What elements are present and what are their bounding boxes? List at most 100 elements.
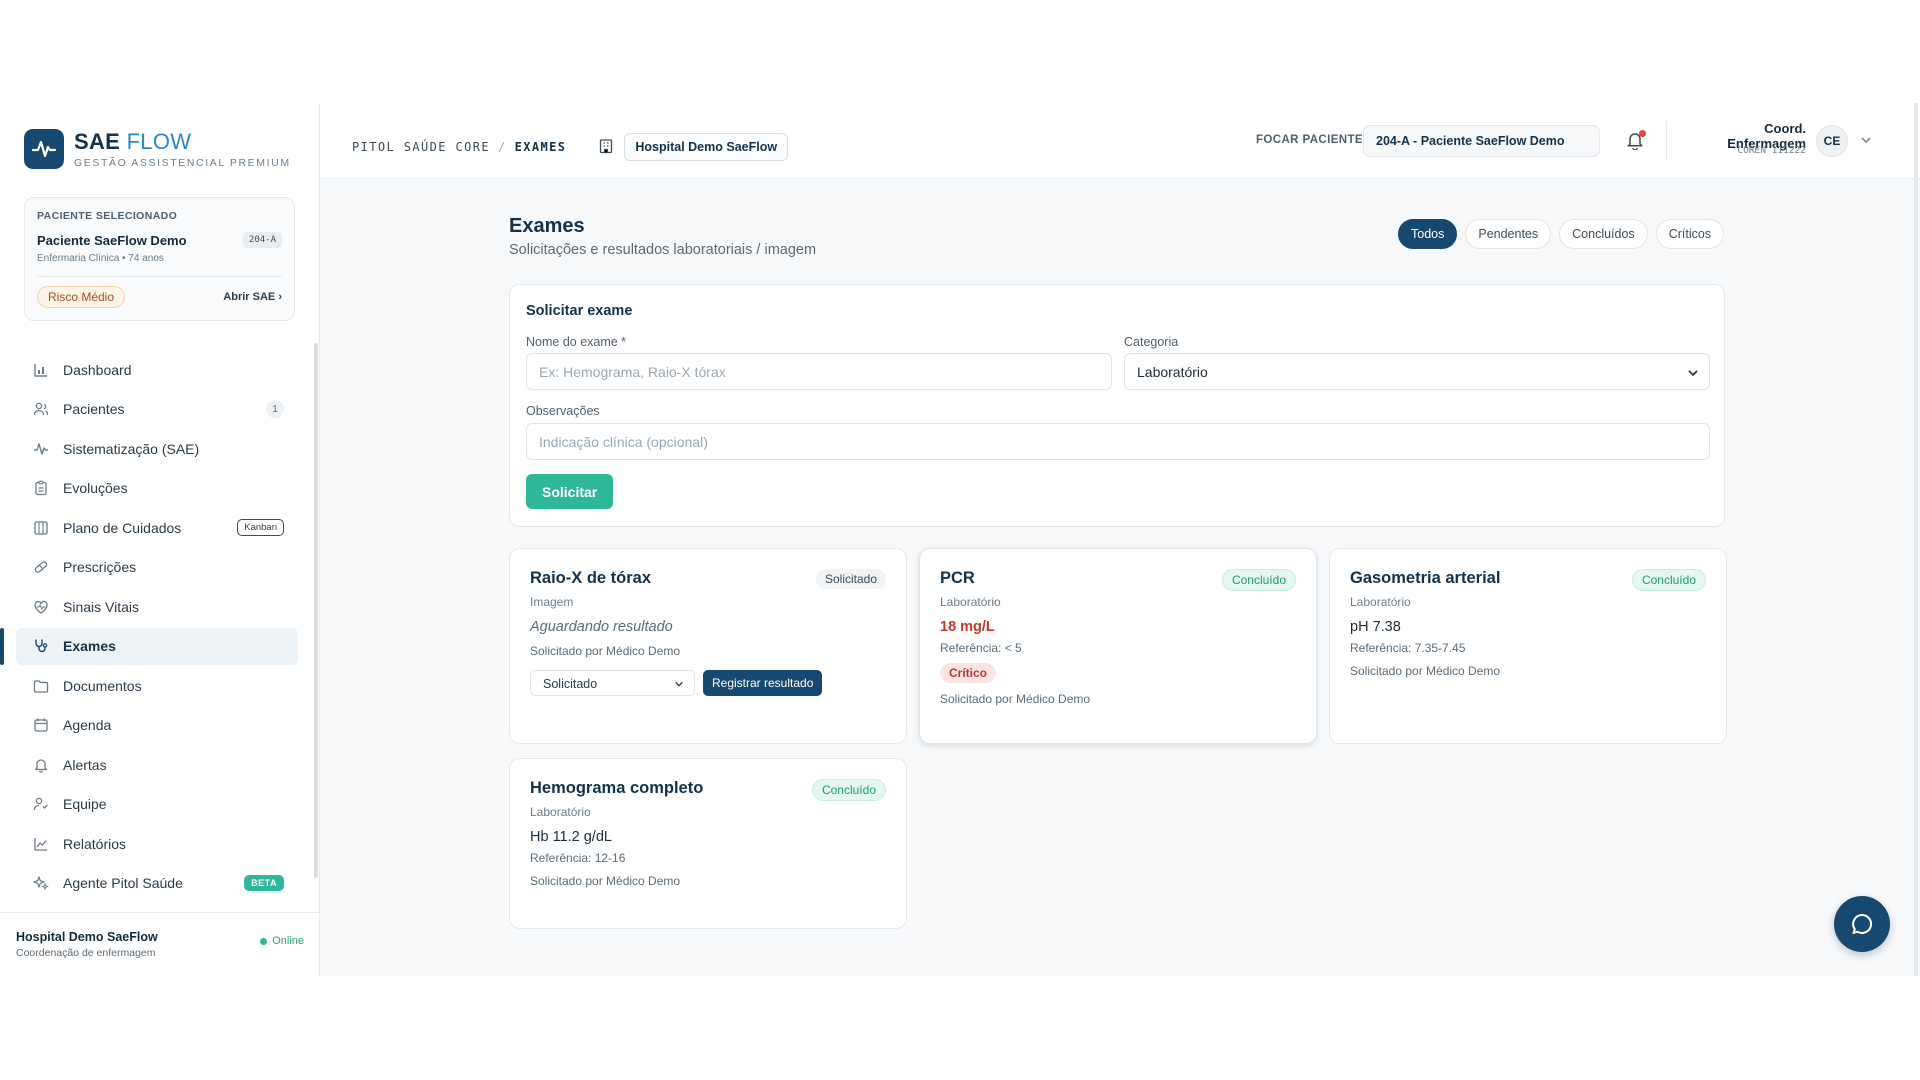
- pill-icon: [32, 558, 50, 576]
- exam-reference: Referência: < 5: [940, 641, 1022, 655]
- exam-card: Hemograma completo Concluído Laboratório…: [509, 758, 907, 929]
- online-status: Online: [260, 935, 304, 947]
- sidebar-scrollbar[interactable]: [314, 343, 318, 878]
- submit-exam-button[interactable]: Solicitar: [526, 474, 614, 509]
- sidebar-footer: Hospital Demo SaeFlow Coordenação de enf…: [0, 912, 320, 976]
- open-sae-link[interactable]: Abrir SAE ›: [223, 291, 282, 303]
- patient-card-label: PACIENTE SELECIONADO: [37, 210, 178, 222]
- exam-category: Laboratório: [530, 805, 591, 819]
- sidebar-item-agente-pitol[interactable]: Agente Pitol Saúde BETA: [16, 865, 298, 902]
- filter-concluidos[interactable]: Concluídos: [1559, 219, 1648, 249]
- hospital-role: Coordenação de enfermagem: [16, 947, 156, 959]
- building-icon: [598, 138, 614, 157]
- sparkles-icon: [32, 874, 50, 892]
- heart-pulse-icon: [32, 598, 50, 616]
- exam-category: Imagem: [530, 595, 574, 609]
- filter-pendentes[interactable]: Pendentes: [1465, 219, 1552, 249]
- brand-tagline: GESTÃO ASSISTENCIAL PREMIUM: [74, 157, 291, 169]
- notifications-button[interactable]: [1625, 130, 1647, 152]
- bar-chart-icon: [32, 361, 50, 379]
- hospital-selector[interactable]: Hospital Demo SaeFlow: [624, 133, 789, 161]
- notes-input[interactable]: Indicação clínica (opcional): [526, 423, 1710, 460]
- request-exam-form: Solicitar exame Nome do exame * Ex: Hemo…: [509, 284, 1725, 527]
- exam-requested-by: Solicitado por Médico Demo: [530, 874, 681, 888]
- exam-card: Gasometria arterial Concluído Laboratóri…: [1329, 548, 1727, 744]
- chevron-down-icon[interactable]: [1860, 133, 1872, 151]
- sidebar-item-relatorios[interactable]: Relatórios: [16, 825, 298, 862]
- board-icon: [32, 519, 50, 537]
- patient-bed-badge: 204-A: [242, 232, 282, 248]
- avatar[interactable]: CE: [1816, 125, 1848, 157]
- line-chart-icon: [32, 835, 50, 853]
- sidebar-item-alertas[interactable]: Alertas: [16, 746, 298, 783]
- exam-name-label: Nome do exame *: [526, 335, 627, 349]
- sidebar-item-equipe[interactable]: Equipe: [16, 786, 298, 823]
- category-select[interactable]: Laboratório: [1124, 353, 1710, 390]
- breadcrumb: PITOL SAÚDE CORE / EXAMES Hospital Demo …: [352, 133, 789, 161]
- filter-todos[interactable]: Todos: [1398, 219, 1458, 249]
- status-badge: Concluído: [1221, 569, 1296, 591]
- exam-card: Raio-X de tórax Solicitado Imagem Aguard…: [509, 548, 907, 744]
- top-header: PITOL SAÚDE CORE / EXAMES Hospital Demo …: [320, 103, 1920, 179]
- selected-patient-card: PACIENTE SELECIONADO Paciente SaeFlow De…: [24, 197, 295, 321]
- filter-criticos[interactable]: Críticos: [1655, 219, 1725, 249]
- status-badge: Concluído: [811, 779, 886, 801]
- exam-requested-by: Solicitado por Médico Demo: [1350, 664, 1501, 678]
- sidebar-item-sae[interactable]: Sistematização (SAE): [16, 430, 298, 467]
- category-label: Categoria: [1124, 335, 1179, 349]
- status-filters: Todos Pendentes Concluídos Críticos: [1390, 219, 1725, 249]
- team-icon: [32, 795, 50, 813]
- register-result-button[interactable]: Registrar resultado: [703, 670, 823, 696]
- risk-badge: Risco Médio: [37, 286, 126, 308]
- page-scrollbar[interactable]: [1914, 103, 1918, 976]
- users-icon: [32, 400, 50, 418]
- kanban-tag: Kanban: [237, 519, 284, 536]
- breadcrumb-root[interactable]: PITOL SAÚDE CORE: [352, 140, 490, 154]
- critical-badge: Crítico: [940, 663, 997, 683]
- sidebar-item-evolucoes[interactable]: Evoluções: [16, 470, 298, 507]
- header-divider: [1666, 121, 1667, 161]
- brand-name: SAE FLOW: [74, 129, 192, 154]
- exam-name-input[interactable]: Ex: Hemograma, Raio-X tórax: [526, 353, 1112, 390]
- chevron-down-icon: [674, 678, 684, 692]
- sidebar-item-documentos[interactable]: Documentos: [16, 667, 298, 704]
- sidebar-item-plano-de-cuidados[interactable]: Plano de Cuidados Kanban: [16, 509, 298, 546]
- exam-card: PCR Concluído Laboratório 18 mg/L Referê…: [919, 548, 1317, 744]
- status-dot-icon: [260, 937, 268, 945]
- exam-category: Laboratório: [940, 595, 1001, 609]
- bell-icon: [32, 756, 50, 774]
- brand[interactable]: SAE FLOW GESTÃO ASSISTENCIAL PREMIUM: [24, 129, 291, 169]
- beta-badge: BETA: [244, 875, 284, 891]
- patients-count-badge: 1: [266, 400, 284, 418]
- stethoscope-icon: [32, 637, 50, 655]
- exam-status-select[interactable]: Solicitado: [530, 670, 695, 696]
- sidebar-item-prescricoes[interactable]: Prescrições: [16, 549, 298, 586]
- page-subtitle: Solicitações e resultados laboratoriais …: [509, 242, 817, 258]
- exam-category: Laboratório: [1350, 595, 1411, 609]
- patient-name: Paciente SaeFlow Demo: [37, 232, 187, 248]
- breadcrumb-separator: /: [498, 140, 507, 154]
- calendar-icon: [32, 716, 50, 734]
- sidebar-item-agenda[interactable]: Agenda: [16, 707, 298, 744]
- clipboard-icon: [32, 479, 50, 497]
- exam-result: Hb 11.2 g/dL: [530, 829, 612, 845]
- focus-patient-select[interactable]: 204-A - Paciente SaeFlow Demo: [1363, 125, 1600, 157]
- sidebar-item-sinais-vitais[interactable]: Sinais Vitais: [16, 588, 298, 625]
- user-coren: COREN 111222: [1737, 145, 1806, 156]
- patient-meta: Enfermaria Clínica • 74 anos: [37, 253, 164, 264]
- sidebar-item-dashboard[interactable]: Dashboard: [16, 351, 298, 388]
- sidebar-item-pacientes[interactable]: Pacientes 1: [16, 391, 298, 428]
- status-badge: Concluído: [1631, 569, 1706, 591]
- notification-dot: [1639, 130, 1646, 137]
- breadcrumb-current: EXAMES: [514, 140, 567, 154]
- exam-result: pH 7.38: [1350, 619, 1401, 635]
- sidebar-nav: Dashboard Pacientes 1 Sistematização (SA…: [0, 351, 298, 904]
- pulse-icon: [32, 440, 50, 458]
- chat-button[interactable]: [1834, 896, 1890, 952]
- exam-requested-by: Solicitado por Médico Demo: [940, 692, 1091, 706]
- sidebar-item-exames[interactable]: Exames: [0, 627, 298, 665]
- exam-reference: Referência: 12-16: [530, 851, 626, 865]
- exam-reference: Referência: 7.35-7.45: [1350, 641, 1466, 655]
- chevron-down-icon: [1687, 366, 1699, 382]
- page-title: Exames: [509, 215, 585, 237]
